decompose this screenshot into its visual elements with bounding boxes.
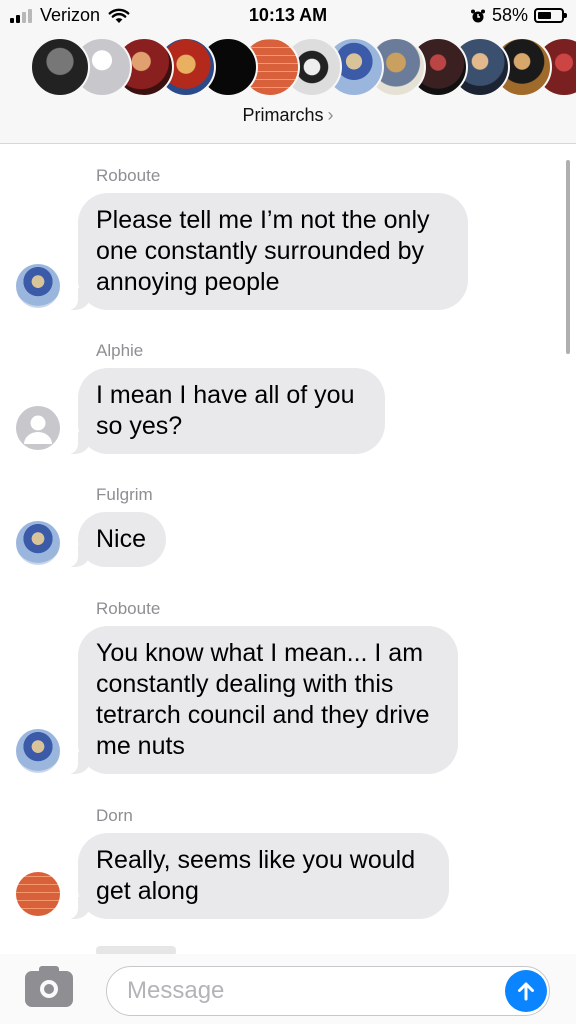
message-bubble[interactable]: Nice <box>68 512 166 567</box>
default-contact-avatar[interactable] <box>16 406 60 450</box>
compose-bar <box>0 954 576 1024</box>
sender-name: Roboute <box>96 599 161 618</box>
sender-name: Fulgrim <box>96 485 153 504</box>
person-silhouette-icon <box>24 415 52 444</box>
message-input[interactable] <box>106 966 550 1016</box>
chevron-right-icon: › <box>327 105 334 125</box>
alarm-clock-icon <box>470 9 485 22</box>
blue-armored-avatar[interactable] <box>16 729 60 773</box>
blue-armored-avatar[interactable] <box>16 521 60 565</box>
status-right: 58% <box>470 5 567 26</box>
battery-icon <box>534 8 567 23</box>
conversation-header: Primarchs › <box>0 32 576 144</box>
camera-icon[interactable] <box>25 966 73 1007</box>
battery-percent: 58% <box>491 5 528 25</box>
group-name: Primarchs <box>242 105 324 125</box>
group-name-button[interactable]: Primarchs › <box>0 105 576 126</box>
send-button[interactable] <box>505 970 547 1012</box>
message-bubble[interactable]: Really, seems like you would get along <box>68 833 449 919</box>
message-bubble[interactable]: I mean I have all of you so yes? <box>68 368 385 454</box>
status-bar: Verizon 10:13 AM 58% <box>0 0 576 32</box>
sender-name: Dorn <box>96 806 133 825</box>
message-bubble[interactable]: You know what I mean... I am constantly … <box>68 626 458 774</box>
sender-name: Roboute <box>96 166 161 185</box>
send-arrow-icon <box>518 982 534 1001</box>
scrollbar[interactable] <box>566 160 570 354</box>
group-avatar-strip[interactable] <box>30 37 576 99</box>
blue-armored-avatar[interactable] <box>16 264 60 308</box>
brick-wall-avatar[interactable] <box>16 872 60 916</box>
sender-name: Alphie <box>96 341 144 360</box>
group-member-avatar[interactable] <box>30 37 90 97</box>
message-bubble[interactable]: Please tell me I’m not the only one cons… <box>68 193 468 310</box>
